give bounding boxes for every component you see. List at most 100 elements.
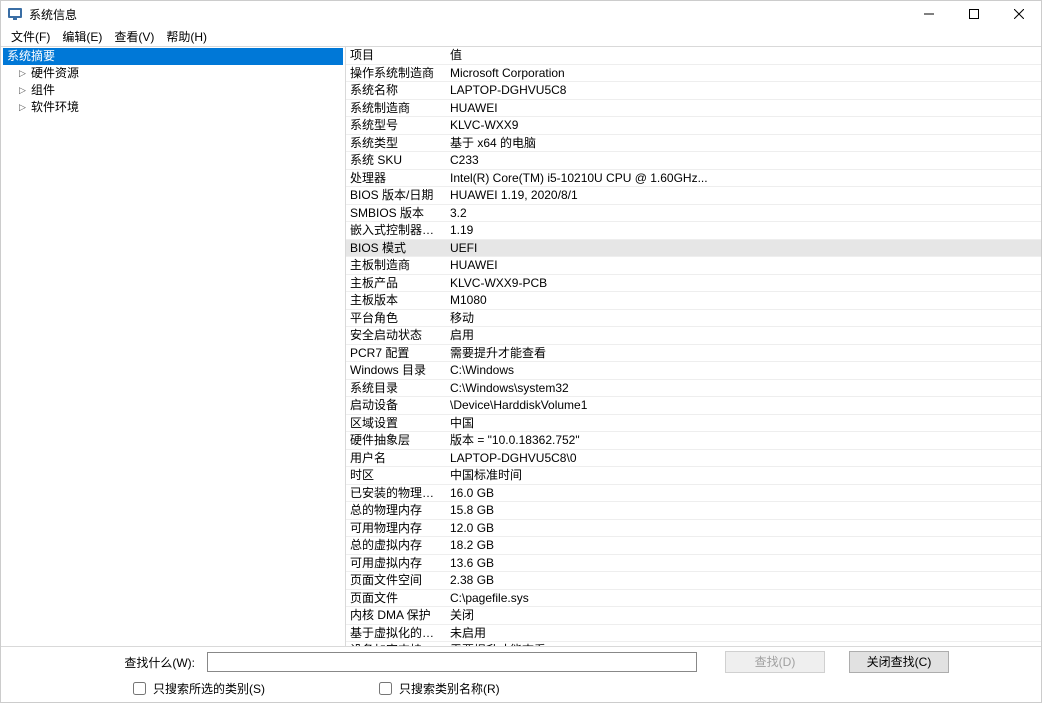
cell-item: 设备加密支持 (346, 642, 446, 646)
cell-value: 启用 (446, 327, 1041, 345)
cell-item: 嵌入式控制器版本 (346, 222, 446, 240)
cell-value: 3.2 (446, 205, 1041, 223)
main-split: 系统摘要 ▷硬件资源▷组件▷软件环境 项目 值 操作系统制造商Microsoft… (1, 47, 1041, 647)
menu-file[interactable]: 文件(F) (5, 26, 56, 47)
search-label: 查找什么(W): (9, 654, 199, 671)
tree-root[interactable]: 系统摘要 (3, 48, 343, 65)
tree-item[interactable]: ▷硬件资源 (3, 65, 343, 82)
check-selected-only-box[interactable] (133, 682, 146, 695)
tree-expander-icon[interactable]: ▷ (19, 100, 29, 115)
cell-item: 系统制造商 (346, 100, 446, 118)
cell-value: 版本 = "10.0.18362.752" (446, 432, 1041, 450)
cell-value: 需要提升才能查看 (446, 345, 1041, 363)
cell-value: 中国标准时间 (446, 467, 1041, 485)
cell-value: C:\Windows (446, 362, 1041, 380)
tree-expander-icon[interactable]: ▷ (19, 83, 29, 98)
cell-value: 12.0 GB (446, 520, 1041, 538)
tree-item-label: 硬件资源 (31, 66, 79, 81)
cell-item: 硬件抽象层 (346, 432, 446, 450)
cell-value: 基于 x64 的电脑 (446, 135, 1041, 153)
details-scroll[interactable]: 项目 值 操作系统制造商Microsoft Corporation系统名称LAP… (346, 47, 1041, 646)
cell-item: 页面文件空间 (346, 572, 446, 590)
minimize-button[interactable] (906, 1, 951, 27)
cell-value: HUAWEI 1.19, 2020/8/1 (446, 187, 1041, 205)
check-selected-only[interactable]: 只搜索所选的类别(S) (129, 679, 265, 698)
cell-item: 主板制造商 (346, 257, 446, 275)
col-header-value[interactable]: 值 (446, 47, 1041, 65)
cell-value: C:\Windows\system32 (446, 380, 1041, 398)
cell-item: 基于虚拟化的安全性 (346, 625, 446, 643)
cell-value: 1.19 (446, 222, 1041, 240)
cell-item: 系统类型 (346, 135, 446, 153)
check-names-only[interactable]: 只搜索类别名称(R) (375, 679, 500, 698)
details-pane: 项目 值 操作系统制造商Microsoft Corporation系统名称LAP… (346, 47, 1041, 646)
cell-item: Windows 目录 (346, 362, 446, 380)
cell-value: 关闭 (446, 607, 1041, 625)
cell-value: 16.0 GB (446, 485, 1041, 503)
close-button[interactable] (996, 1, 1041, 27)
tree-item[interactable]: ▷组件 (3, 82, 343, 99)
cell-item: 用户名 (346, 450, 446, 468)
check-selected-only-label: 只搜索所选的类别(S) (153, 680, 265, 697)
menu-view[interactable]: 查看(V) (108, 26, 160, 47)
search-input[interactable] (207, 652, 697, 672)
cell-value: 未启用 (446, 625, 1041, 643)
tree-item-label: 组件 (31, 83, 55, 98)
cell-value: KLVC-WXX9 (446, 117, 1041, 135)
cell-value: 13.6 GB (446, 555, 1041, 573)
cell-item: 主板产品 (346, 275, 446, 293)
cell-value: \Device\HarddiskVolume1 (446, 397, 1041, 415)
maximize-button[interactable] (951, 1, 996, 27)
cell-item: BIOS 版本/日期 (346, 187, 446, 205)
cell-item: 启动设备 (346, 397, 446, 415)
cell-item: 操作系统制造商 (346, 65, 446, 83)
cell-item: 系统 SKU (346, 152, 446, 170)
menu-help[interactable]: 帮助(H) (160, 26, 213, 47)
close-find-button[interactable]: 关闭查找(C) (849, 651, 949, 673)
cell-item: 内核 DMA 保护 (346, 607, 446, 625)
cell-item: 可用虚拟内存 (346, 555, 446, 573)
cell-value: 中国 (446, 415, 1041, 433)
cell-value: LAPTOP-DGHVU5C8 (446, 82, 1041, 100)
cell-value: 18.2 GB (446, 537, 1041, 555)
cell-item: PCR7 配置 (346, 345, 446, 363)
cell-item: 安全启动状态 (346, 327, 446, 345)
cell-item: 系统名称 (346, 82, 446, 100)
cell-item: 页面文件 (346, 590, 446, 608)
cell-item: 系统目录 (346, 380, 446, 398)
cell-item: 时区 (346, 467, 446, 485)
cell-value: 15.8 GB (446, 502, 1041, 520)
cell-value: C233 (446, 152, 1041, 170)
cell-value: UEFI (446, 240, 1041, 258)
find-button[interactable]: 查找(D) (725, 651, 825, 673)
cell-item: 已安装的物理内存(... (346, 485, 446, 503)
cell-item: 总的物理内存 (346, 502, 446, 520)
cell-value: Microsoft Corporation (446, 65, 1041, 83)
cell-item: 可用物理内存 (346, 520, 446, 538)
cell-item: 总的虚拟内存 (346, 537, 446, 555)
category-tree[interactable]: 系统摘要 ▷硬件资源▷组件▷软件环境 (1, 47, 346, 646)
window-title: 系统信息 (29, 6, 77, 23)
cell-value: 2.38 GB (446, 572, 1041, 590)
cell-value: LAPTOP-DGHVU5C8\0 (446, 450, 1041, 468)
check-names-only-box[interactable] (379, 682, 392, 695)
cell-value: KLVC-WXX9-PCB (446, 275, 1041, 293)
menubar: 文件(F) 编辑(E) 查看(V) 帮助(H) (1, 27, 1041, 47)
details-grid: 项目 值 操作系统制造商Microsoft Corporation系统名称LAP… (346, 47, 1041, 646)
cell-item: 处理器 (346, 170, 446, 188)
menu-edit[interactable]: 编辑(E) (56, 26, 108, 47)
tree-expander-icon[interactable]: ▷ (19, 66, 29, 81)
cell-value: 移动 (446, 310, 1041, 328)
cell-item: 区域设置 (346, 415, 446, 433)
cell-value: HUAWEI (446, 257, 1041, 275)
check-names-only-label: 只搜索类别名称(R) (399, 680, 500, 697)
cell-item: 主板版本 (346, 292, 446, 310)
tree-root-label: 系统摘要 (7, 49, 55, 64)
col-header-item[interactable]: 项目 (346, 47, 446, 65)
cell-value: HUAWEI (446, 100, 1041, 118)
tree-item[interactable]: ▷软件环境 (3, 99, 343, 116)
cell-item: 系统型号 (346, 117, 446, 135)
cell-value: M1080 (446, 292, 1041, 310)
cell-value: Intel(R) Core(TM) i5-10210U CPU @ 1.60GH… (446, 170, 1041, 188)
tree-item-label: 软件环境 (31, 100, 79, 115)
